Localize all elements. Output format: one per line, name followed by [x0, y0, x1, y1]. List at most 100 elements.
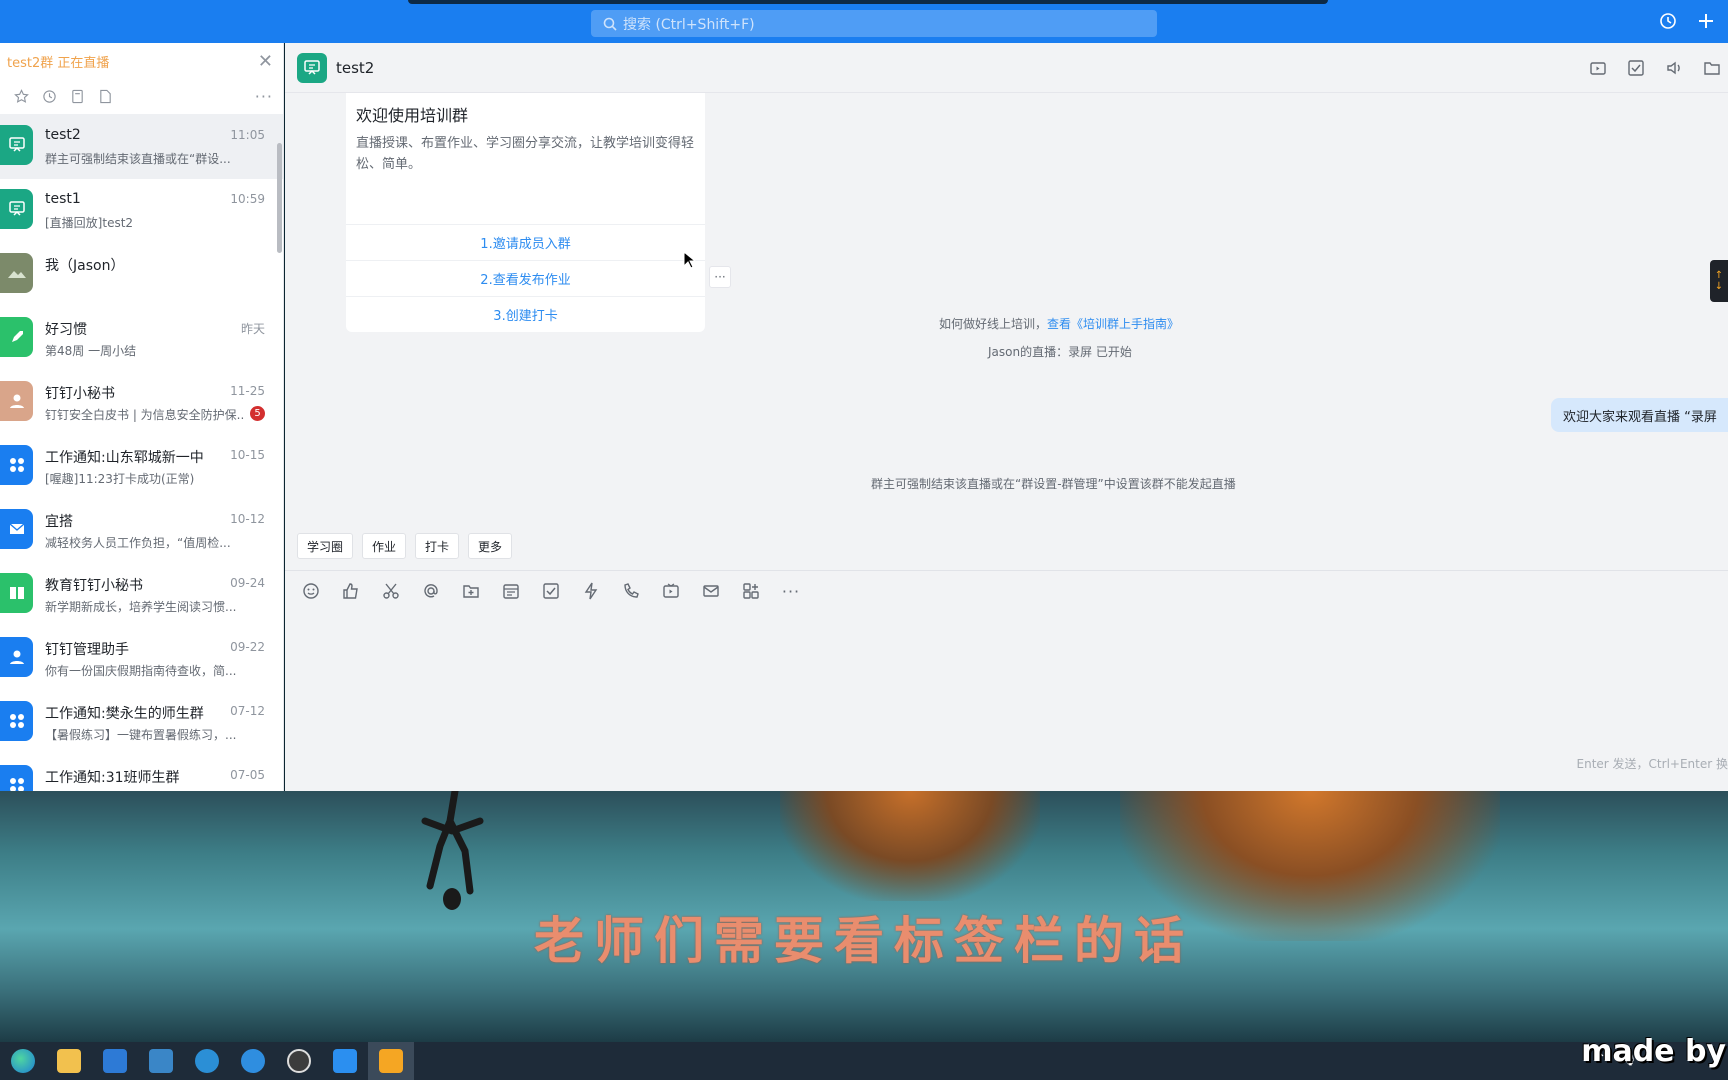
chat-panel: test2 欢迎使用培训群 直播授课、布置作业、学习圈分享交流，让教学培训变得轻… — [285, 43, 1728, 791]
tab-more[interactable]: 更多 — [468, 533, 513, 559]
conversation-title: 钉钉管理助手 — [45, 642, 129, 658]
speaker-icon[interactable] — [1664, 58, 1684, 78]
compose-toolbar: ··· — [301, 581, 801, 601]
recorder-app-icon[interactable] — [368, 1042, 414, 1080]
arrow-up-icon: ↑ — [1714, 270, 1724, 281]
conversation-avatar — [0, 637, 33, 677]
vapp-icon[interactable] — [184, 1042, 230, 1080]
live-replay-icon[interactable] — [1588, 58, 1608, 78]
conversation-item[interactable]: 钉钉小秘书 11-25 钉钉安全白皮书 | 为信息安全防护保... 5 — [0, 371, 283, 435]
conversation-avatar — [0, 765, 33, 791]
dictionary-app-icon[interactable] — [138, 1042, 184, 1080]
close-icon[interactable]: ✕ — [258, 51, 273, 72]
guide-link[interactable]: 查看《培训群上手指南》 — [1047, 317, 1179, 331]
guide-text: 如何做好线上培训， — [939, 317, 1048, 331]
sidebar-scrollbar[interactable] — [277, 143, 282, 253]
message-bubble[interactable]: 欢迎大家来观看直播 “录屏 — [1551, 398, 1728, 432]
system-message-live-control: 群主可强制结束该直播或在“群设置-群管理”中设置该群不能发起直播 — [871, 477, 1236, 491]
search-placeholder: 搜索 (Ctrl+Shift+F) — [623, 16, 755, 33]
conversation-title: test2 — [45, 127, 81, 143]
live-icon[interactable] — [661, 581, 681, 601]
conversation-preview: 你有一份国庆假期指南待查收，简... — [45, 664, 237, 678]
chat-header: test2 — [285, 43, 1728, 93]
file-explorer-icon[interactable] — [46, 1042, 92, 1080]
mention-icon[interactable] — [421, 581, 441, 601]
mail-app-icon[interactable] — [92, 1042, 138, 1080]
conversation-preview: 第48周 一周小结 — [45, 344, 137, 358]
plus-icon[interactable] — [1696, 11, 1716, 31]
search-icon — [603, 17, 617, 31]
conversation-avatar — [0, 445, 33, 485]
conversation-item[interactable]: 钉钉管理助手 09-22 你有一份国庆假期指南待查收，简... — [0, 627, 283, 691]
conversation-preview: 群主可强制结束该直播或在“群设... — [45, 152, 231, 166]
ding-icon[interactable] — [581, 581, 601, 601]
create-checkin-link[interactable]: 3.创建打卡 — [346, 296, 705, 332]
view-homework-link[interactable]: 2.查看发布作业 — [346, 260, 705, 296]
recent-icon[interactable] — [40, 88, 58, 106]
bookmark-icon[interactable] — [68, 88, 86, 106]
conversation-time: 09-24 — [230, 576, 265, 590]
conversation-item[interactable]: 宜搭 10-12 减轻校务人员工作负担，“值周检... — [0, 499, 283, 563]
more-options-icon[interactable]: ··· — [781, 581, 801, 601]
live-banner[interactable]: test2群 正在直播 ✕ — [0, 43, 283, 79]
conversation-preview: 减轻校务人员工作负担，“值周检... — [45, 536, 231, 550]
conversation-title: 我（Jason） — [45, 258, 125, 274]
live-banner-text: test2群 正在直播 — [7, 55, 110, 71]
more-icon[interactable]: ··· — [255, 87, 273, 106]
history-icon[interactable] — [1658, 11, 1678, 31]
message-more-button[interactable]: ··· — [709, 266, 731, 288]
edge-app-icon[interactable] — [0, 1042, 46, 1080]
conversation-item[interactable]: 我（Jason） — [0, 243, 283, 307]
chat-title[interactable]: test2 — [336, 59, 374, 77]
conversation-avatar — [0, 701, 33, 741]
add-folder-icon[interactable] — [461, 581, 481, 601]
scissors-icon[interactable] — [381, 581, 401, 601]
conversation-preview: [喔趣]11:23打卡成功(正常) — [45, 472, 195, 486]
conversation-time: 11-25 — [230, 384, 265, 398]
todo-icon[interactable] — [541, 581, 561, 601]
conversation-time: 07-05 — [230, 768, 265, 782]
task-check-icon[interactable] — [1626, 58, 1646, 78]
obs-app-icon[interactable] — [276, 1042, 322, 1080]
welcome-card-description: 直播授课、布置作业、学习圈分享交流，让教学培训变得轻松、简单。 — [356, 136, 695, 172]
tab-checkin[interactable]: 打卡 — [415, 533, 460, 559]
send-hint: Enter 发送，Ctrl+Enter 换 — [1576, 757, 1728, 771]
welcome-card: 欢迎使用培训群 直播授课、布置作业、学习圈分享交流，让教学培训变得轻松、简单。 … — [346, 93, 705, 332]
conversation-time: 09-22 — [230, 640, 265, 654]
conversation-item[interactable]: 工作通知:樊永生的师生群 07-12 【暑假练习】一键布置暑假练习，... — [0, 691, 283, 755]
conversation-item[interactable]: test2 11:05 群主可强制结束该直播或在“群设... — [0, 115, 283, 179]
video-overlay: 老师们需要看标签栏的话 — [0, 791, 1728, 1042]
conversation-time: 11:05 — [230, 128, 265, 142]
conversation-item[interactable]: 工作通知:山东郓城新一中 10-15 [喔趣]11:23打卡成功(正常) — [0, 435, 283, 499]
group-avatar[interactable] — [297, 52, 327, 83]
star-icon[interactable] — [12, 88, 30, 106]
conversation-item[interactable]: 工作通知:31班师生群 07-05 — [0, 755, 283, 791]
thumbs-up-icon[interactable] — [341, 581, 361, 601]
conversation-avatar — [0, 125, 33, 165]
emoji-icon[interactable] — [301, 581, 321, 601]
calendar-icon[interactable] — [501, 581, 521, 601]
conversation-preview: 钉钉安全白皮书 | 为信息安全防护保... — [45, 408, 245, 422]
watermark-text: made by — [1581, 1034, 1726, 1069]
conversation-title: 好习惯 — [45, 322, 87, 338]
apps-icon[interactable] — [741, 581, 761, 601]
search-input[interactable]: 搜索 (Ctrl+Shift+F) — [591, 10, 1157, 37]
welcome-card-title: 欢迎使用培训群 — [356, 106, 469, 125]
conversation-item[interactable]: 好习惯 昨天 第48周 一周小结 — [0, 307, 283, 371]
conversation-avatar — [0, 509, 33, 549]
top-bar: 搜索 (Ctrl+Shift+F) — [0, 0, 1728, 43]
tab-learning-circle[interactable]: 学习圈 — [297, 533, 354, 559]
conversation-item[interactable]: 教育钉钉小秘书 09-24 新学期新成长，培养学生阅读习惯... — [0, 563, 283, 627]
phone-icon[interactable] — [621, 581, 641, 601]
conversation-avatar — [0, 573, 33, 613]
invite-members-link[interactable]: 1.邀请成员入群 — [346, 224, 705, 260]
mail-icon[interactable] — [701, 581, 721, 601]
document-icon[interactable] — [96, 88, 114, 106]
dingtalk-app-icon[interactable] — [322, 1042, 368, 1080]
scroll-nav-tab[interactable]: ↑ ↓ — [1710, 260, 1728, 302]
ie-app-icon[interactable] — [230, 1042, 276, 1080]
folder-icon[interactable] — [1702, 58, 1722, 78]
tab-homework[interactable]: 作业 — [362, 533, 407, 559]
conversation-list: test2 11:05 群主可强制结束该直播或在“群设... test1 10:59 [直… — [0, 115, 283, 791]
conversation-item[interactable]: test1 10:59 [直播回放]test2 — [0, 179, 283, 243]
